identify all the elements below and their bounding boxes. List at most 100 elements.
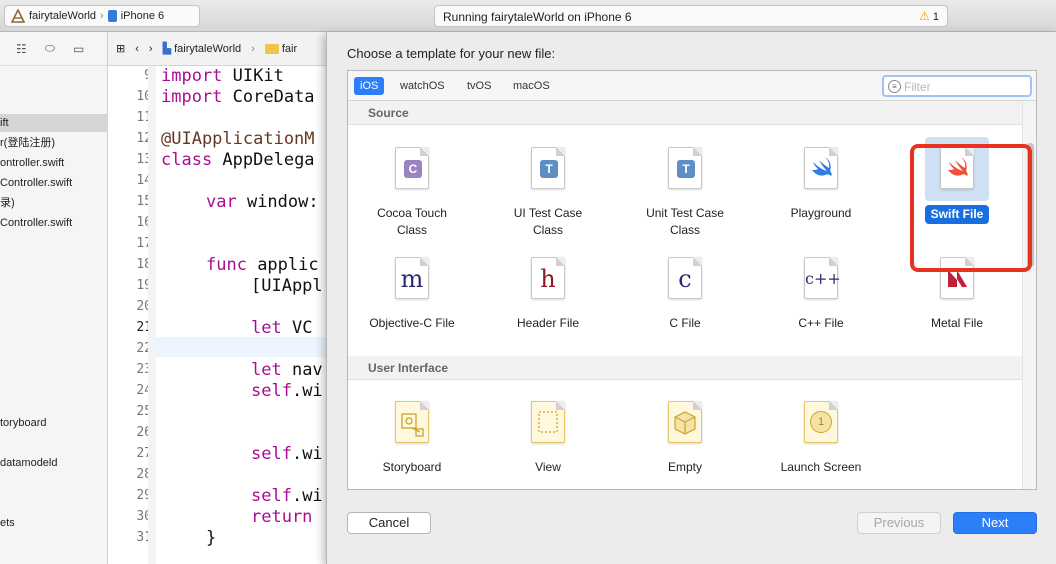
code-line: return [251,507,313,527]
template-icon-wrap [518,391,578,455]
line-number: 13 [136,152,152,167]
filter-field[interactable]: ≡ [882,75,1032,97]
template-chooser: iOS watchOS tvOS macOS ≡ Source C Cocoa … [347,70,1037,490]
template-label: UI Test Case Class [513,206,583,237]
playground-icon [804,147,838,189]
empty-icon [668,401,702,443]
line-number: 29 [136,488,152,503]
line-number: 22 [136,341,152,356]
toolbar: fairytaleWorld › iPhone 6 Running fairyt… [0,0,1056,32]
code-line: func applic [206,255,319,275]
new-file-template-sheet: Choose a template for your new file: iOS… [326,32,1056,564]
view-icon [531,401,565,443]
swift-bird-icon [812,157,832,176]
hierarchy-icon[interactable]: ☷ [16,42,27,56]
scheme-device-name: iPhone 6 [120,10,165,22]
template-ui-test-case-class[interactable]: T UI Test Case Class [488,137,608,239]
template-label: C++ File [798,316,844,330]
ui-test-case-icon: T [531,147,565,189]
navigator-file-item[interactable]: ontroller.swift [0,154,108,172]
warning-indicator[interactable]: ⚠ 1 [919,9,939,23]
jump-bar-project[interactable]: ▙ fairytaleWorld [163,42,242,55]
navigator-file-item[interactable]: r(登陆注册) [0,134,108,152]
navigator-file-item[interactable]: ift [0,114,108,132]
navigator-file-item[interactable]: 录) [0,194,108,212]
previous-button[interactable]: Previous [857,512,941,534]
code-folding-ribbon[interactable] [148,66,156,564]
template-empty[interactable]: Empty [625,391,745,476]
line-number: 27 [136,446,152,461]
launch-screen-glyph-icon: 1 [810,411,832,433]
line-number: 16 [136,215,152,230]
line-number: 23 [136,362,152,377]
code-line: let nav [251,360,323,380]
filter-icon: ≡ [888,80,901,93]
tag-icon[interactable]: ⬭ [45,41,55,56]
navigator-file-item[interactable]: datamodeld [0,454,108,472]
jump-bar-project-label: fairytaleWorld [174,43,242,55]
line-number: 17 [136,236,152,251]
code-line: self.wi [251,444,323,464]
scheme-app-name: fairytaleWorld [29,10,97,22]
template-cpp-file[interactable]: c++ C++ File [761,247,881,332]
scheme-selector[interactable]: fairytaleWorld › iPhone 6 [4,5,200,27]
line-number: 26 [136,425,152,440]
back-arrow-icon[interactable]: ‹ [135,43,139,55]
badge-c: C [404,160,422,178]
template-c-file[interactable]: c C File [625,247,745,332]
template-view[interactable]: View [488,391,608,476]
project-navigator: ☷ ⬭ ▭ ift r(登陆注册) ontroller.swift Controlle… [0,32,108,564]
line-number: 11 [136,110,152,125]
view-glyph-icon [538,411,558,433]
code-line: @UIApplicationM [161,129,315,149]
tab-tvos[interactable]: tvOS [461,77,497,95]
template-objective-c-file[interactable]: m Objective-C File [352,247,472,332]
code-line: class AppDelega [161,150,315,170]
line-number: 12 [136,131,152,146]
warning-icon: ⚠ [919,9,930,23]
code-line: } [206,528,217,548]
navigator-file-item[interactable]: Controller.swift [0,214,108,232]
template-launch-screen[interactable]: 1 Launch Screen [761,391,881,476]
storyboard-glyph-icon [401,413,424,437]
navigator-file-item[interactable]: Controller.swift [0,174,108,192]
glyph-c: c [678,265,692,293]
cube-icon [674,411,696,435]
tab-macos[interactable]: macOS [507,77,556,95]
line-number: 28 [136,467,152,482]
template-storyboard[interactable]: Storyboard [352,391,472,476]
comment-icon[interactable]: ▭ [73,42,84,56]
template-label: Unit Test Case Class [646,206,724,237]
activity-view: Running fairytaleWorld on iPhone 6 ⚠ 1 [434,5,948,27]
glyph-m: m [400,265,424,293]
template-header-file[interactable]: h Header File [488,247,608,332]
badge-t: T [540,160,558,178]
glyph-cpp: c++ [805,269,841,288]
next-button[interactable]: Next [953,512,1037,534]
line-number: 15 [136,194,152,209]
forward-arrow-icon[interactable]: › [149,43,153,55]
navigator-file-item[interactable]: ets [0,514,108,532]
grid-icon[interactable]: ⊞ [116,42,125,55]
jump-bar-folder[interactable]: fair [264,43,297,55]
template-playground[interactable]: Playground [761,137,881,222]
tab-watchos[interactable]: watchOS [394,77,451,95]
template-icon-wrap: C [382,137,442,201]
navigator-file-item[interactable]: toryboard [0,414,108,432]
sheet-title: Choose a template for your new file: [347,46,556,61]
template-cocoa-touch-class[interactable]: C Cocoa Touch Class [352,137,472,239]
template-icon-wrap: h [518,247,578,311]
template-unit-test-case-class[interactable]: T Unit Test Case Class [625,137,745,239]
cancel-button[interactable]: Cancel [347,512,431,534]
line-number: 24 [136,383,152,398]
folder-icon [264,43,279,54]
filter-input[interactable] [904,79,1024,95]
tab-ios[interactable]: iOS [354,77,385,95]
c-file-icon: c [668,257,702,299]
line-number: 10 [136,89,152,104]
line-number: 9 [116,68,152,83]
line-number: 18 [136,257,152,272]
template-icon-wrap [791,137,851,201]
storyboard-icon [395,401,429,443]
line-number: 30 [136,509,152,524]
